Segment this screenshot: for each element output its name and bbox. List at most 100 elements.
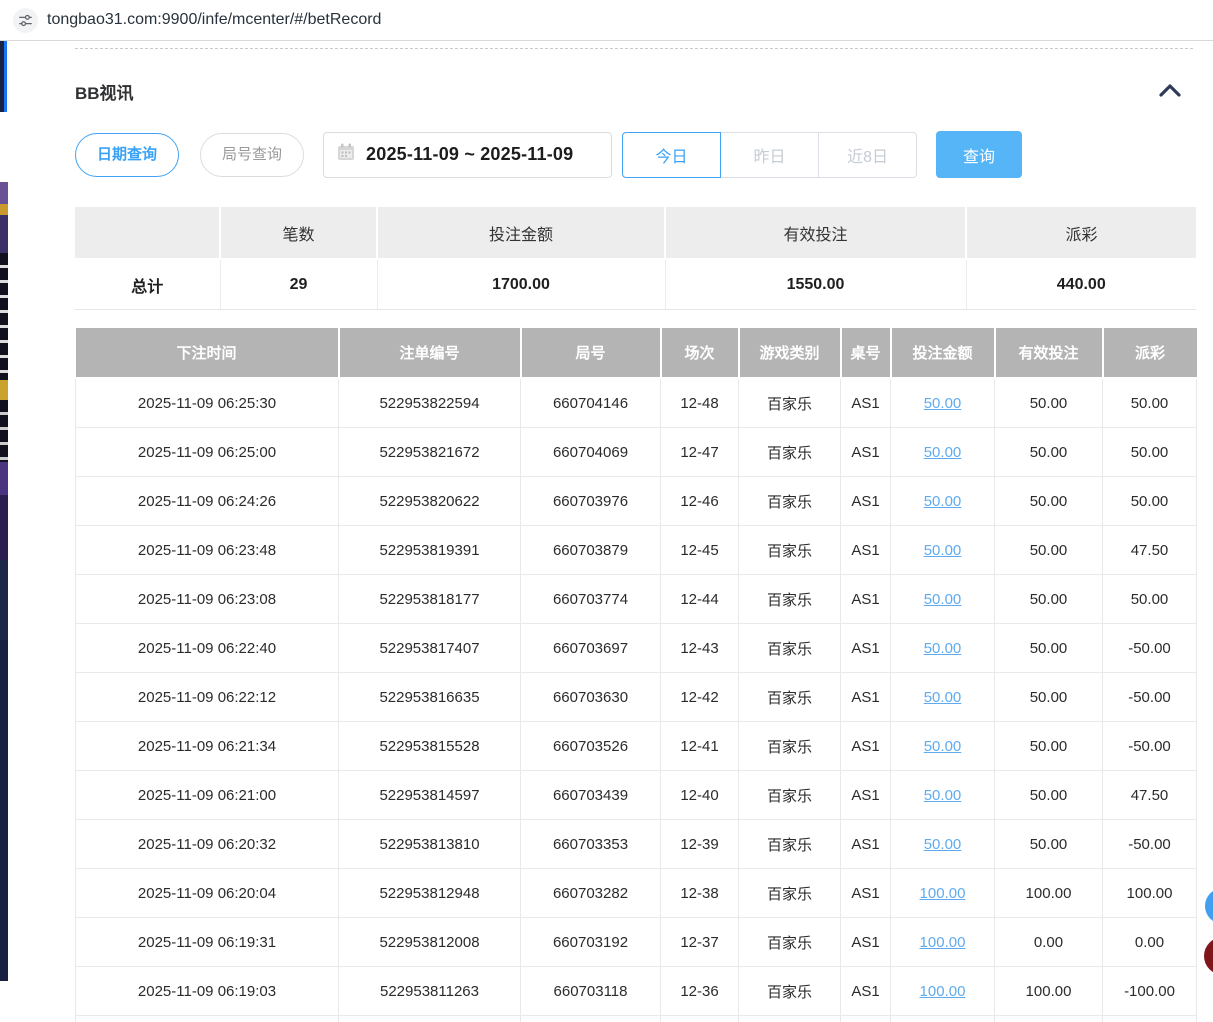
- bet-amount-link[interactable]: 50.00: [924, 738, 962, 755]
- site-settings-icon[interactable]: [13, 8, 38, 33]
- bet-amount-link[interactable]: 50.00: [924, 689, 962, 706]
- table-row: 2025-11-09 06:22:12 522953816635 6607036…: [76, 673, 1197, 722]
- table-row: 2025-11-09 06:21:00 522953814597 6607034…: [76, 771, 1197, 820]
- cell-bet-time: 2025-11-09 06:22:12: [76, 673, 339, 722]
- url-text[interactable]: tongbao31.com:9900/infe/mcenter/#/betRec…: [47, 0, 381, 40]
- cell-bet-amount: 50.00: [891, 378, 995, 428]
- table-row: 2025-11-09 06:20:04 522953812948 6607032…: [76, 869, 1197, 918]
- cell-game-type: 百家乐: [739, 477, 841, 526]
- bet-amount-link[interactable]: 50.00: [924, 493, 962, 510]
- cell-valid-bet: 50.00: [995, 575, 1103, 624]
- quick-filter-today[interactable]: 今日: [622, 132, 721, 178]
- bet-amount-link[interactable]: 100.00: [920, 934, 966, 951]
- cell-bet-time: 2025-11-09 06:19:03: [76, 967, 339, 1016]
- cell-round-id: 660703192: [521, 918, 661, 967]
- cell-table-no: AS1: [841, 477, 891, 526]
- cell-bet-amount: 50.00: [891, 673, 995, 722]
- column-header-bet-id: 注单编号: [339, 328, 521, 378]
- bet-amount-link[interactable]: 50.00: [924, 836, 962, 853]
- cell-bet-id: 522953816635: [339, 673, 521, 722]
- cell-payout: 50.00: [1103, 428, 1197, 477]
- cell-bet-amount: 50.00: [891, 771, 995, 820]
- calendar-icon: [336, 142, 356, 167]
- cell-valid-bet: 50.00: [995, 526, 1103, 575]
- cell-table-no: AS1: [841, 820, 891, 869]
- cell-table-no: AS1: [841, 918, 891, 967]
- cell-session: 12-41: [661, 722, 739, 771]
- cell-bet-id: 522953820622: [339, 477, 521, 526]
- round-query-tab[interactable]: 局号查询: [200, 133, 304, 177]
- cell-bet-id: 522953818177: [339, 575, 521, 624]
- cell-round-id: 660704146: [521, 378, 661, 428]
- summary-total-payout: 440.00: [966, 259, 1196, 310]
- cell-table-no: AS1: [841, 428, 891, 477]
- cell-session: 12-45: [661, 526, 739, 575]
- table-row: 2025-11-09 06:22:40 522953817407 6607036…: [76, 624, 1197, 673]
- cell-round-id: 660703526: [521, 722, 661, 771]
- cell-valid-bet: 50.00: [995, 477, 1103, 526]
- collapse-button[interactable]: [1158, 83, 1182, 99]
- bet-table-body: 2025-11-09 06:25:30 522953822594 6607041…: [76, 378, 1197, 1016]
- cell-bet-amount: 50.00: [891, 820, 995, 869]
- cell-bet-time: 2025-11-09 06:24:26: [76, 477, 339, 526]
- cell-bet-amount: 50.00: [891, 526, 995, 575]
- cell-game-type: 百家乐: [739, 820, 841, 869]
- table-row-partial: [76, 1016, 1197, 1022]
- cell-payout: 50.00: [1103, 477, 1197, 526]
- date-range-picker[interactable]: 2025-11-09 ~ 2025-11-09: [323, 132, 612, 178]
- cell-round-id: 660703439: [521, 771, 661, 820]
- cell-bet-id: 522953819391: [339, 526, 521, 575]
- cell-game-type: 百家乐: [739, 869, 841, 918]
- summary-header-bet-amount: 投注金额: [377, 207, 665, 259]
- quick-filter-yesterday[interactable]: 昨日: [720, 132, 819, 178]
- cell-round-id: 660704069: [521, 428, 661, 477]
- cell-game-type: 百家乐: [739, 722, 841, 771]
- cell-bet-time: 2025-11-09 06:21:00: [76, 771, 339, 820]
- cell-bet-time: 2025-11-09 06:19:31: [76, 918, 339, 967]
- cell-bet-id: 522953815528: [339, 722, 521, 771]
- quick-filter-group: 今日 昨日 近8日: [622, 132, 917, 178]
- cell-round-id: 660703353: [521, 820, 661, 869]
- cell-game-type: 百家乐: [739, 624, 841, 673]
- cell-bet-id: 522953821672: [339, 428, 521, 477]
- bet-amount-link[interactable]: 50.00: [924, 787, 962, 804]
- cell-table-no: AS1: [841, 378, 891, 428]
- cell-session: 12-46: [661, 477, 739, 526]
- cell-bet-amount: 100.00: [891, 967, 995, 1016]
- cell-valid-bet: 100.00: [995, 869, 1103, 918]
- cell-game-type: 百家乐: [739, 673, 841, 722]
- cell-table-no: AS1: [841, 673, 891, 722]
- summary-total-valid-bet: 1550.00: [665, 259, 966, 310]
- cell-bet-time: 2025-11-09 06:23:08: [76, 575, 339, 624]
- bet-amount-link[interactable]: 50.00: [924, 591, 962, 608]
- bet-amount-link[interactable]: 100.00: [920, 983, 966, 1000]
- bet-amount-link[interactable]: 50.00: [924, 395, 962, 412]
- cell-table-no: AS1: [841, 869, 891, 918]
- cell-session: 12-48: [661, 378, 739, 428]
- table-row: 2025-11-09 06:24:26 522953820622 6607039…: [76, 477, 1197, 526]
- cell-bet-time: 2025-11-09 06:20:04: [76, 869, 339, 918]
- bet-amount-link[interactable]: 100.00: [920, 885, 966, 902]
- cell-game-type: 百家乐: [739, 526, 841, 575]
- cell-game-type: 百家乐: [739, 771, 841, 820]
- column-header-session: 场次: [661, 328, 739, 378]
- cell-round-id: 660703282: [521, 869, 661, 918]
- cell-bet-time: 2025-11-09 06:25:30: [76, 378, 339, 428]
- cell-payout: -50.00: [1103, 673, 1197, 722]
- summary-table: 笔数 投注金额 有效投注 派彩 总计 29 1700.00 1550.00 44…: [75, 207, 1196, 310]
- bet-amount-link[interactable]: 50.00: [924, 542, 962, 559]
- cell-round-id: 660703774: [521, 575, 661, 624]
- cell-valid-bet: 50.00: [995, 673, 1103, 722]
- cell-bet-id: 522953813810: [339, 820, 521, 869]
- table-row: 2025-11-09 06:25:30 522953822594 6607041…: [76, 378, 1197, 428]
- cell-table-no: AS1: [841, 967, 891, 1016]
- quick-filter-last8days[interactable]: 近8日: [818, 132, 917, 178]
- date-query-tab[interactable]: 日期查询: [75, 133, 179, 177]
- cell-valid-bet: 50.00: [995, 624, 1103, 673]
- cell-bet-time: 2025-11-09 06:25:00: [76, 428, 339, 477]
- chevron-up-icon: [1158, 86, 1182, 101]
- bet-amount-link[interactable]: 50.00: [924, 640, 962, 657]
- bet-amount-link[interactable]: 50.00: [924, 444, 962, 461]
- browser-address-bar: tongbao31.com:9900/infe/mcenter/#/betRec…: [0, 0, 1213, 41]
- search-button[interactable]: 查询: [936, 131, 1022, 178]
